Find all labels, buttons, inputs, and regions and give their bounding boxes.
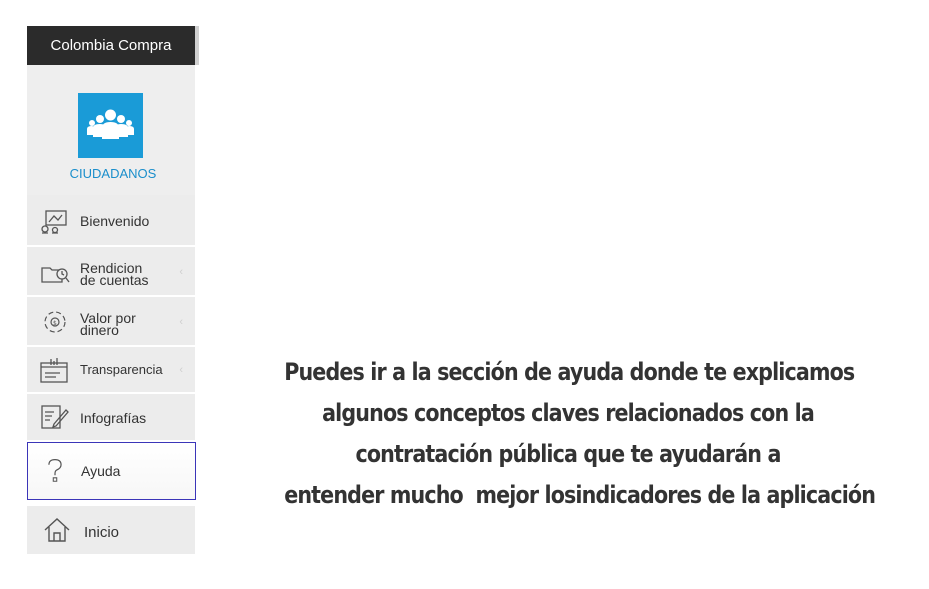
profile-label: CIUDADANOS	[69, 166, 157, 181]
sidebar-item-inicio[interactable]: Inicio	[27, 506, 195, 554]
sidebar-item-label: Inicio	[84, 524, 120, 541]
chevron-left-icon: ‹	[179, 266, 183, 278]
chevron-left-icon: ‹	[179, 316, 183, 328]
folder-search-icon	[41, 267, 70, 283]
sidebar-item-label: Ayuda	[81, 463, 121, 479]
sidebar-item-transparencia[interactable]: Transparencia ‹	[27, 347, 195, 394]
sidebar-item-label-line2: de cuentas	[80, 272, 149, 288]
transparency-chart-icon	[40, 358, 68, 383]
edit-document-icon	[41, 405, 69, 429]
chevron-left-icon: ‹	[179, 364, 183, 376]
help-message-line: entender mucho mejor losindicadores de l…	[284, 481, 876, 509]
welcome-board-icon	[41, 210, 67, 234]
svg-text:$: $	[53, 320, 57, 327]
sidebar-item-label: Bienvenido	[80, 213, 150, 229]
help-message: Puedes ir a la sección de ayuda donde te…	[284, 352, 876, 516]
question-mark-icon	[48, 458, 62, 482]
money-cycle-icon: $	[44, 311, 66, 333]
help-message-line: algunos conceptos claves relacionados co…	[322, 399, 815, 427]
sidebar: Colombia Compra CIUDADANOS Bienvenido Re…	[27, 26, 199, 554]
people-group-icon[interactable]	[78, 93, 143, 158]
sidebar-item-label-line2: dinero	[80, 322, 119, 338]
help-message-line: contratación pública que te ayudarán a	[355, 440, 781, 468]
sidebar-item-label: Infografías	[80, 410, 147, 426]
sidebar-item-ayuda[interactable]: Ayuda	[27, 442, 196, 500]
sidebar-item-label: Transparencia	[80, 362, 163, 377]
home-icon	[44, 518, 70, 542]
sidebar-header: Colombia Compra	[27, 26, 199, 65]
help-message-line: Puedes ir a la sección de ayuda donde te…	[284, 358, 855, 386]
sidebar-item-infografias[interactable]: Infografías	[27, 394, 195, 442]
sidebar-item-bienvenido[interactable]: Bienvenido	[27, 195, 195, 247]
sidebar-item-valor-por-dinero[interactable]: $ Valor por dinero ‹	[27, 297, 195, 347]
sidebar-item-rendicion-de-cuentas[interactable]: Rendicion de cuentas ‹	[27, 247, 195, 297]
